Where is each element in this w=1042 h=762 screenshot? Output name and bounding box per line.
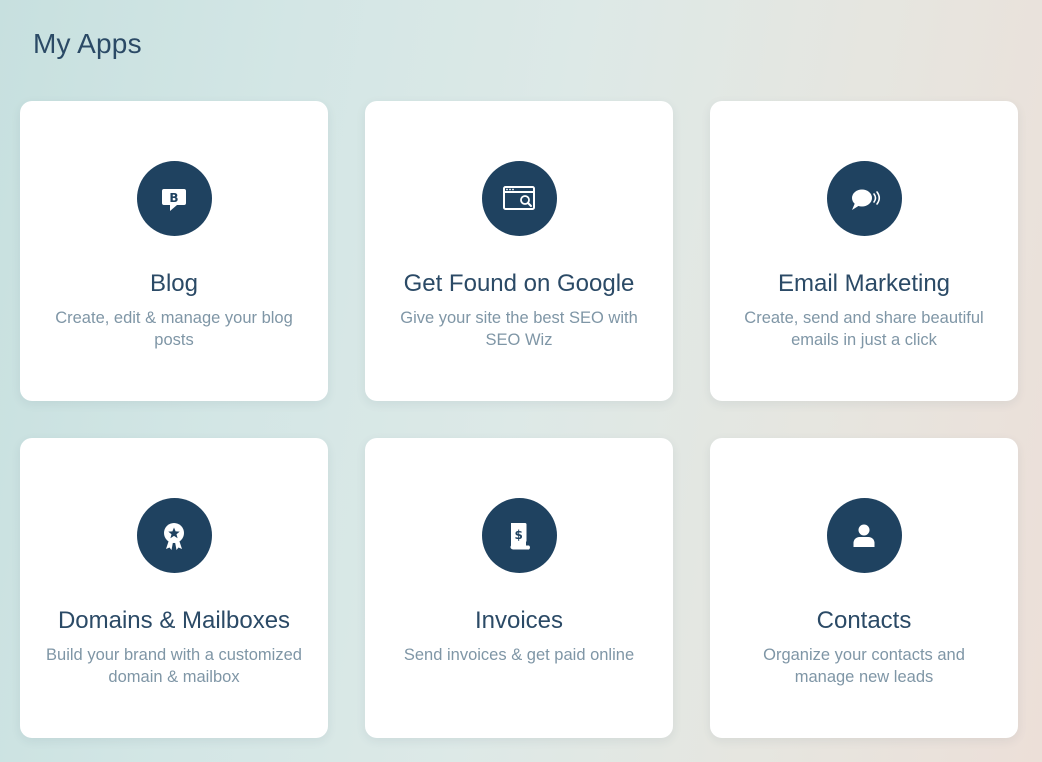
invoice-icon: $ (481, 498, 557, 573)
app-title: Contacts (816, 607, 912, 634)
app-title: Blog (149, 270, 199, 297)
seo-search-icon (481, 161, 557, 236)
chat-broadcast-icon (826, 161, 902, 236)
app-description: Organize your contacts and manage new le… (763, 646, 965, 686)
apps-grid: B Blog Create, edit & manage your blog p… (20, 101, 1018, 738)
award-badge-icon (136, 498, 212, 573)
app-title: Domains & Mailboxes (57, 607, 291, 634)
app-title: Invoices (474, 607, 564, 634)
blog-icon: B (136, 161, 212, 236)
app-description: Give your site the best SEO with SEO Wiz (400, 309, 638, 349)
app-card-contacts[interactable]: Contacts Organize your contacts and mana… (710, 438, 1018, 738)
app-card-email-marketing[interactable]: Email Marketing Create, send and share b… (710, 101, 1018, 401)
app-card-domains[interactable]: Domains & Mailboxes Build your brand wit… (20, 438, 328, 738)
app-description: Create, edit & manage your blog posts (55, 309, 293, 349)
app-card-invoices[interactable]: $ Invoices Send invoices & get paid onli… (365, 438, 673, 738)
svg-text:B: B (169, 191, 178, 205)
app-description: Build your brand with a customized domai… (46, 646, 302, 686)
app-description: Send invoices & get paid online (403, 646, 635, 664)
app-card-seo[interactable]: Get Found on Google Give your site the b… (365, 101, 673, 401)
app-card-blog[interactable]: B Blog Create, edit & manage your blog p… (20, 101, 328, 401)
svg-text:$: $ (515, 528, 523, 542)
page-title: My Apps (33, 28, 142, 59)
app-description: Create, send and share beautiful emails … (744, 309, 984, 349)
app-title: Email Marketing (777, 270, 951, 297)
person-icon (826, 498, 902, 573)
app-title: Get Found on Google (403, 270, 635, 297)
